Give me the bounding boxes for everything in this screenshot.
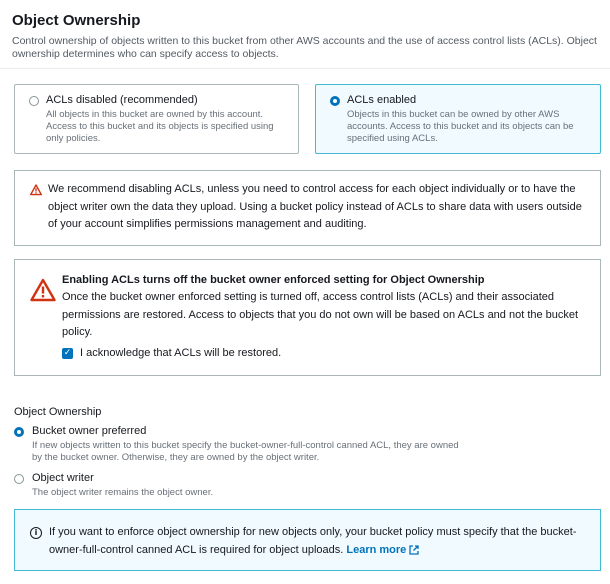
warning-icon xyxy=(30,184,42,196)
enforced-warning-text: Once the bucket owner enforced setting i… xyxy=(62,291,579,338)
info-alert: i If you want to enforce object ownershi… xyxy=(14,509,601,571)
acknowledge-label[interactable]: I acknowledge that ACLs will be restored… xyxy=(80,347,281,359)
acls-disabled-tile[interactable]: ACLs disabled (recommended) All objects … xyxy=(14,84,299,154)
section-description: Control ownership of objects written to … xyxy=(12,35,597,60)
enforced-warning-title: Enabling ACLs turns off the bucket owner… xyxy=(62,274,485,286)
section-header: Object Ownership Control ownership of ob… xyxy=(12,12,602,61)
warning-icon xyxy=(30,278,56,302)
bucket-owner-preferred-radio[interactable] xyxy=(14,427,24,437)
object-writer-radio[interactable] xyxy=(14,474,24,484)
info-text: If you want to enforce object ownership … xyxy=(49,524,589,559)
object-writer-label[interactable]: Object writer xyxy=(32,472,94,484)
recommendation-text: We recommend disabling ACLs, unless you … xyxy=(48,183,582,230)
object-writer-description: The object writer remains the object own… xyxy=(32,487,214,498)
external-link-icon xyxy=(409,544,419,555)
acknowledge-checkbox[interactable]: ✓ xyxy=(62,348,73,359)
info-message: If you want to enforce object ownership … xyxy=(49,526,577,556)
acls-enabled-tile[interactable]: ACLs enabled Objects in this bucket can … xyxy=(315,84,601,154)
checkmark-icon: ✓ xyxy=(63,348,72,358)
acls-disabled-radio[interactable] xyxy=(29,96,39,106)
learn-more-link[interactable]: Learn more xyxy=(346,544,419,556)
ownership-label: Object Ownership xyxy=(14,406,102,418)
acls-enabled-label: ACLs enabled xyxy=(347,94,417,106)
info-icon: i xyxy=(30,527,42,539)
acls-enabled-radio[interactable] xyxy=(330,96,340,106)
divider xyxy=(0,68,610,69)
acls-disabled-description: All objects in this bucket are owned by … xyxy=(46,109,274,144)
enforced-setting-warning: Enabling ACLs turns off the bucket owner… xyxy=(14,259,601,376)
bucket-owner-preferred-description: If new objects written to this bucket sp… xyxy=(32,440,459,463)
bucket-owner-preferred-label[interactable]: Bucket owner preferred xyxy=(32,425,146,437)
learn-more-label[interactable]: Learn more xyxy=(346,544,406,556)
recommendation-warning: We recommend disabling ACLs, unless you … xyxy=(14,170,601,246)
acls-enabled-description: Objects in this bucket can be owned by o… xyxy=(347,109,574,144)
acls-disabled-label: ACLs disabled (recommended) xyxy=(46,94,198,106)
section-title: Object Ownership xyxy=(12,12,141,29)
